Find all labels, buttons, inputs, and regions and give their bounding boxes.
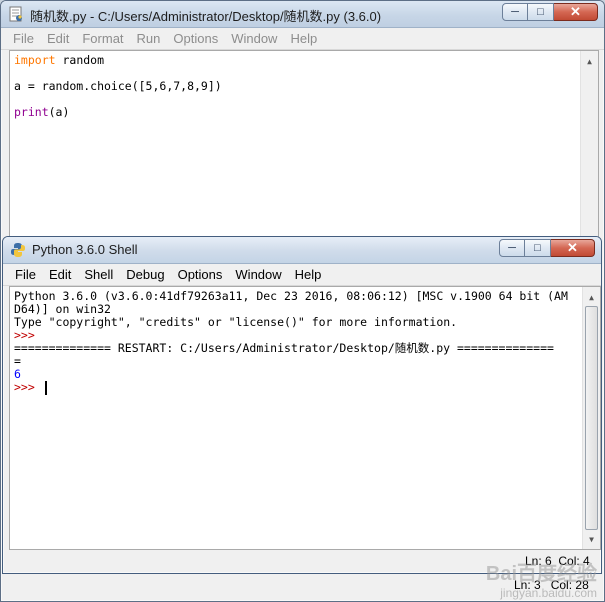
- maximize-icon[interactable]: □: [528, 3, 554, 21]
- menu-run[interactable]: Run: [131, 31, 168, 46]
- editor-titlebar[interactable]: 随机数.py - C:/Users/Administrator/Desktop/…: [1, 1, 604, 28]
- code-line-3: print(a): [14, 105, 70, 119]
- code-line-2: a = random.choice([5,6,7,8,9]): [14, 79, 222, 93]
- editor-code-area[interactable]: import random a = random.choice([5,6,7,8…: [9, 50, 599, 242]
- shell-menubar: File Edit Shell Debug Options Window Hel…: [3, 264, 601, 286]
- scroll-up-icon[interactable]: ▲: [582, 53, 597, 69]
- text-cursor: [45, 381, 47, 395]
- shell-window: Python 3.6.0 Shell ─ □ ✕ File Edit Shell…: [2, 236, 602, 574]
- editor-title: 随机数.py - C:/Users/Administrator/Desktop/…: [30, 9, 382, 24]
- menu-file[interactable]: File: [9, 267, 43, 282]
- scroll-up-icon[interactable]: ▲: [584, 289, 599, 305]
- restart-line: ============== RESTART: C:/Users/Adminis…: [14, 341, 554, 355]
- menu-window[interactable]: Window: [229, 267, 288, 282]
- maximize-icon[interactable]: □: [525, 239, 551, 257]
- menu-format[interactable]: Format: [76, 31, 130, 46]
- menu-options[interactable]: Options: [167, 31, 225, 46]
- editor-menubar: File Edit Format Run Options Window Help: [1, 28, 604, 50]
- python-icon: [11, 243, 25, 257]
- close-icon[interactable]: ✕: [554, 3, 598, 21]
- shell-scrollbar[interactable]: ▲ ▼: [582, 287, 600, 549]
- scroll-down-icon[interactable]: ▼: [584, 531, 599, 547]
- python-file-icon: [9, 6, 22, 22]
- minimize-icon[interactable]: ─: [502, 3, 528, 21]
- editor-scrollbar[interactable]: ▲: [580, 51, 598, 241]
- shell-prompt-active: >>>: [14, 380, 42, 394]
- menu-window[interactable]: Window: [225, 31, 284, 46]
- menu-help[interactable]: Help: [289, 267, 329, 282]
- close-icon[interactable]: ✕: [551, 239, 595, 257]
- menu-edit[interactable]: Edit: [41, 31, 76, 46]
- menu-file[interactable]: File: [7, 31, 41, 46]
- shell-window-controls: ─ □ ✕: [499, 239, 595, 257]
- shell-output-area[interactable]: Python 3.6.0 (v3.6.0:41df79263a11, Dec 2…: [9, 286, 601, 550]
- menu-options[interactable]: Options: [172, 267, 230, 282]
- shell-title: Python 3.6.0 Shell: [32, 242, 138, 257]
- minimize-icon[interactable]: ─: [499, 239, 525, 257]
- menu-edit[interactable]: Edit: [43, 267, 78, 282]
- banner-line-3: Type "copyright", "credits" or "license(…: [14, 315, 458, 329]
- baidu-watermark: Bai百度经验 jingyan.baidu.com: [485, 563, 597, 600]
- code-line-1: import random: [14, 53, 105, 67]
- scroll-thumb[interactable]: [585, 306, 598, 530]
- editor-window-controls: ─ □ ✕: [502, 3, 598, 21]
- menu-help[interactable]: Help: [284, 31, 324, 46]
- menu-shell[interactable]: Shell: [78, 267, 120, 282]
- shell-titlebar[interactable]: Python 3.6.0 Shell ─ □ ✕: [3, 237, 601, 264]
- menu-debug[interactable]: Debug: [120, 267, 171, 282]
